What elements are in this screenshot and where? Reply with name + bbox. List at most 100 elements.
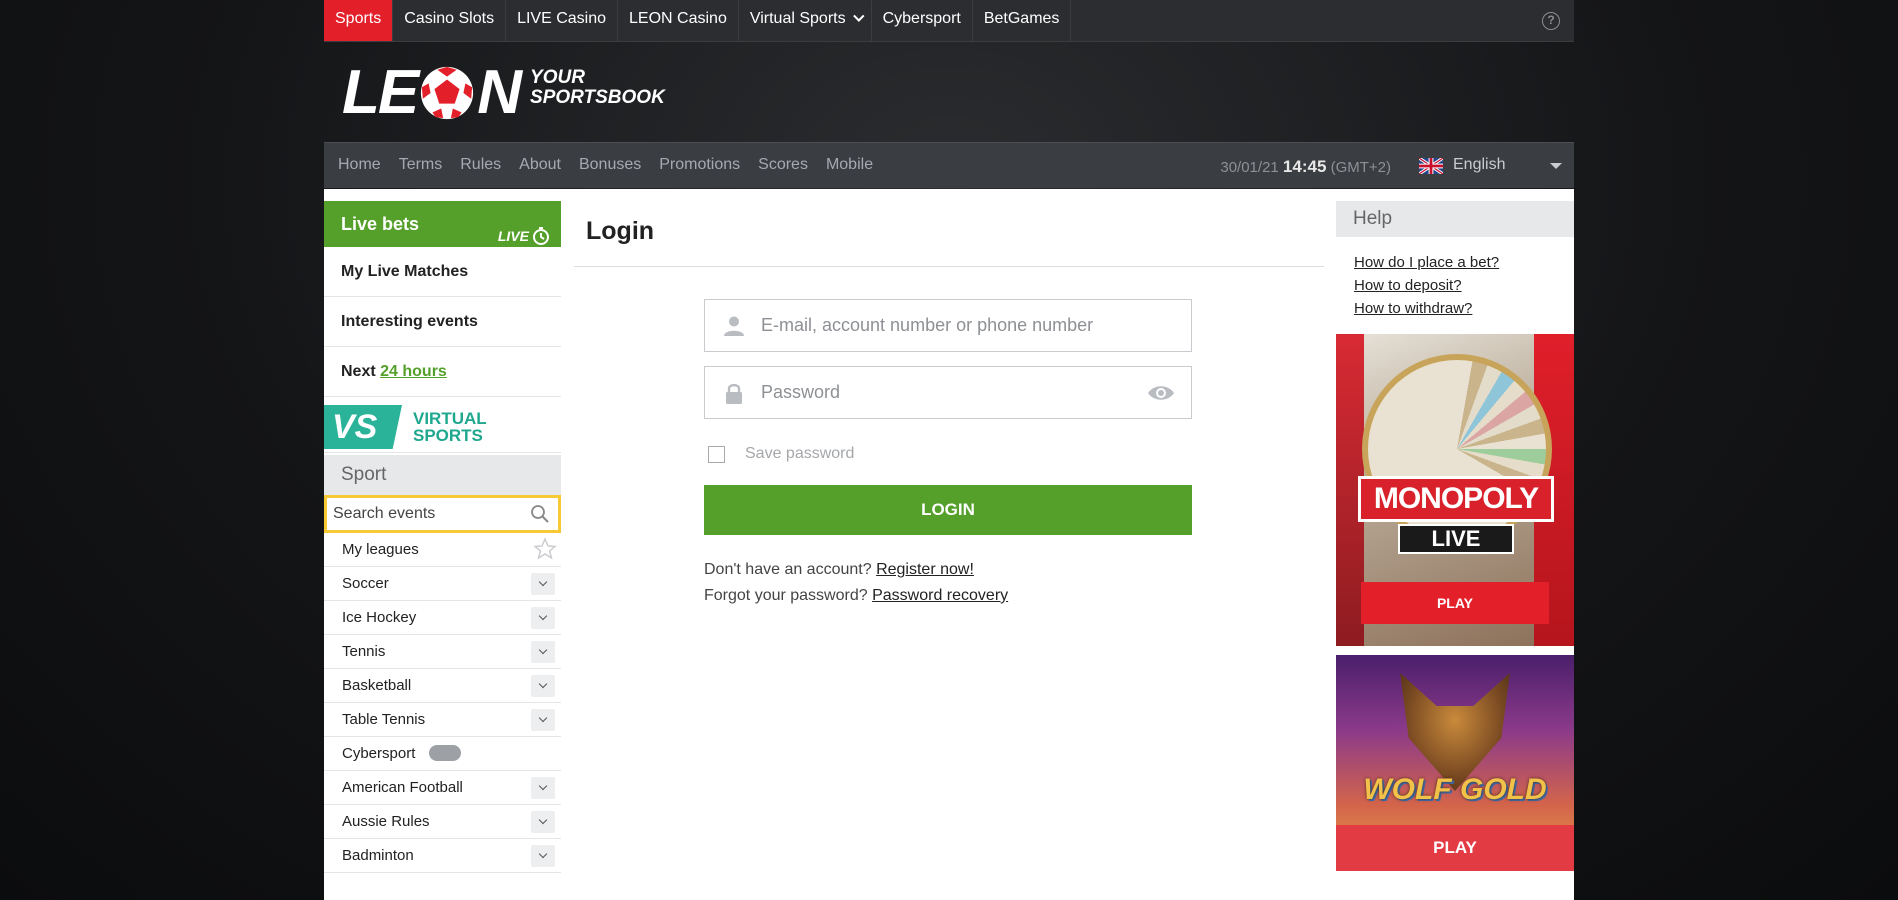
forgot-text: Forgot your password? xyxy=(704,587,868,604)
sport-label: My leagues xyxy=(342,541,419,558)
topnav-live-casino[interactable]: LIVE Casino xyxy=(506,0,619,41)
live-tag: LIVE xyxy=(498,213,551,259)
no-account-text: Don't have an account? xyxy=(704,561,872,578)
chevron-down-icon[interactable] xyxy=(531,641,555,663)
menu-scores[interactable]: Scores xyxy=(749,143,817,189)
sport-label: Tennis xyxy=(342,643,386,660)
interesting-events[interactable]: Interesting events xyxy=(324,297,561,347)
sport-table-tennis[interactable]: Table Tennis xyxy=(324,703,561,737)
menu-bonuses[interactable]: Bonuses xyxy=(570,143,650,189)
clock-date: 30/01/21 xyxy=(1220,159,1279,176)
monopoly-title: MONOPOLY xyxy=(1358,476,1554,522)
topnav-betgames[interactable]: BetGames xyxy=(973,0,1072,41)
language-label: English xyxy=(1453,156,1506,173)
logo-wordmark: LE N xyxy=(342,58,522,127)
monopoly-live-promo[interactable]: MONOPOLY LIVE PLAY xyxy=(1336,334,1574,646)
help-link-withdraw[interactable]: How to withdraw? xyxy=(1354,297,1574,320)
topnav-cybersport[interactable]: Cybersport xyxy=(872,0,973,41)
uk-flag-icon xyxy=(1419,158,1443,174)
sport-badminton[interactable]: Badminton xyxy=(324,839,561,873)
logo[interactable]: LE N YOUR SPORTSBOOK xyxy=(342,62,665,124)
login-button[interactable]: LOGIN xyxy=(704,485,1192,535)
chevron-down-icon[interactable] xyxy=(531,777,555,799)
sport-american-football[interactable]: American Football xyxy=(324,771,561,805)
vs-text-line1: VIRTUAL xyxy=(413,409,487,428)
sport-label: Aussie Rules xyxy=(342,813,430,830)
monopoly-play-button[interactable]: PLAY xyxy=(1361,582,1549,624)
vs-text-line2: SPORTS xyxy=(413,426,483,445)
top-bar: Sports Casino Slots LIVE Casino LEON Cas… xyxy=(324,0,1574,42)
language-selector[interactable]: English xyxy=(1409,143,1574,189)
menu-home[interactable]: Home xyxy=(324,143,390,189)
user-icon xyxy=(724,316,744,336)
right-sidebar: Help How do I place a bet? How to deposi… xyxy=(1336,201,1574,871)
save-password-checkbox[interactable] xyxy=(708,446,725,463)
soccer-ball-icon xyxy=(421,66,474,120)
sport-label: Basketball xyxy=(342,677,412,694)
page-title: Login xyxy=(574,189,1324,267)
logo-tagline-1: YOUR xyxy=(530,67,585,88)
password-input[interactable] xyxy=(761,367,1141,418)
save-password-row: Save password xyxy=(704,433,1192,473)
menu-terms[interactable]: Terms xyxy=(390,143,452,189)
chevron-down-icon[interactable] xyxy=(531,675,555,697)
password-recovery-link[interactable]: Password recovery xyxy=(872,587,1008,604)
topnav-sports[interactable]: Sports xyxy=(324,0,394,41)
recovery-line: Forgot your password? Password recovery xyxy=(704,583,1192,609)
sport-header: Sport xyxy=(324,455,561,495)
topnav-casino-slots[interactable]: Casino Slots xyxy=(393,0,507,41)
live-bets-header[interactable]: Live bets LIVE xyxy=(324,201,561,247)
email-field xyxy=(704,299,1192,352)
eye-icon[interactable] xyxy=(1147,384,1175,402)
search-icon[interactable] xyxy=(530,504,550,524)
logo-word-right: N xyxy=(477,58,522,127)
wolf-gold-title: WOLF GOLD xyxy=(1363,773,1547,806)
clock-time: 14:45 xyxy=(1282,157,1327,176)
next-prefix: Next xyxy=(341,363,376,380)
live-tag-label: LIVE xyxy=(497,228,529,244)
sport-ice-hockey[interactable]: Ice Hockey xyxy=(324,601,561,635)
help-links: How do I place a bet? How to deposit? Ho… xyxy=(1336,237,1574,330)
page: Sports Casino Slots LIVE Casino LEON Cas… xyxy=(324,0,1574,900)
topnav-leon-casino[interactable]: LEON Casino xyxy=(618,0,739,41)
chevron-down-icon[interactable] xyxy=(531,573,555,595)
sport-basketball[interactable]: Basketball xyxy=(324,669,561,703)
clock-timezone: (GMT+2) xyxy=(1330,159,1391,176)
menu-mobile[interactable]: Mobile xyxy=(817,143,882,189)
gamepad-icon xyxy=(429,745,462,762)
wolf-gold-promo[interactable]: WOLF GOLD PLAY xyxy=(1336,655,1574,871)
chevron-down-icon[interactable] xyxy=(531,607,555,629)
search-input[interactable] xyxy=(327,498,517,530)
register-link[interactable]: Register now! xyxy=(876,561,974,578)
sport-aussie-rules[interactable]: Aussie Rules xyxy=(324,805,561,839)
chevron-down-icon[interactable] xyxy=(531,709,555,731)
register-line: Don't have an account? Register now! xyxy=(704,557,1192,583)
sport-tennis[interactable]: Tennis xyxy=(324,635,561,669)
topnav-virtual-sports[interactable]: Virtual Sports xyxy=(739,0,872,41)
menu-rules[interactable]: Rules xyxy=(451,143,510,189)
menu-promotions[interactable]: Promotions xyxy=(650,143,749,189)
sport-soccer[interactable]: Soccer xyxy=(324,567,561,601)
wolf-gold-play-button[interactable]: PLAY xyxy=(1336,825,1574,871)
chevron-down-icon[interactable] xyxy=(531,845,555,867)
sport-label: Badminton xyxy=(342,847,414,864)
help-link-deposit[interactable]: How to deposit? xyxy=(1354,274,1574,297)
menu-about[interactable]: About xyxy=(510,143,570,189)
lock-icon xyxy=(726,383,742,404)
search-box xyxy=(324,495,561,533)
save-password-label[interactable]: Save password xyxy=(745,445,854,463)
sport-cybersport[interactable]: Cybersport xyxy=(324,737,561,771)
monopoly-live-label: LIVE xyxy=(1398,524,1514,554)
star-icon[interactable] xyxy=(533,537,557,561)
chevron-down-icon[interactable] xyxy=(531,811,555,833)
sport-my-leagues[interactable]: My leagues xyxy=(324,533,561,567)
sport-label: Cybersport xyxy=(342,745,416,762)
virtual-sports-banner[interactable]: VS VIRTUAL SPORTS xyxy=(324,397,561,453)
email-input[interactable] xyxy=(761,300,1141,351)
sport-label: American Football xyxy=(342,779,463,796)
next-24-hours-link[interactable]: 24 hours xyxy=(380,363,447,380)
help-question-icon[interactable]: ? xyxy=(1542,12,1560,30)
account-links: Don't have an account? Register now! For… xyxy=(704,557,1192,609)
help-link-place-bet[interactable]: How do I place a bet? xyxy=(1354,251,1574,274)
logo-word-left: LE xyxy=(342,58,419,127)
